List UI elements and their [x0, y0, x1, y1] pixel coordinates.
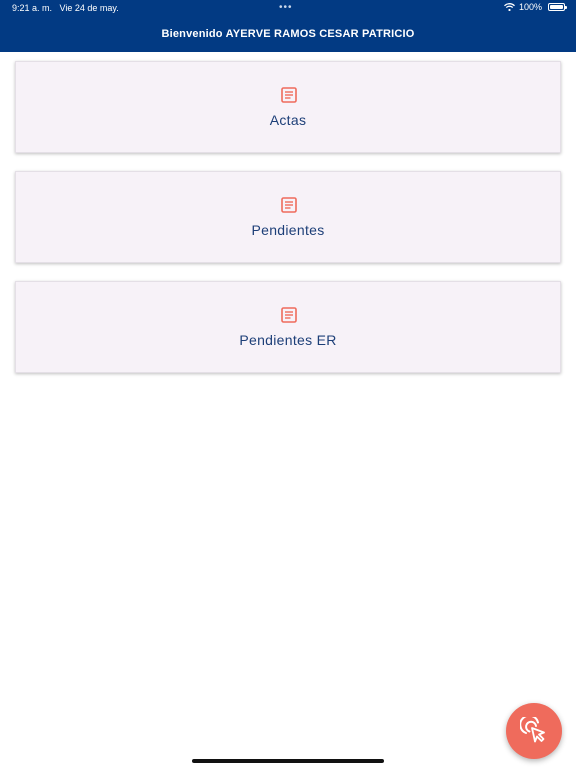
menu-card-label: Pendientes ER	[239, 332, 337, 348]
menu-card-actas[interactable]: Actas	[15, 61, 561, 153]
document-lines-icon	[281, 307, 297, 323]
tap-action-button[interactable]	[506, 703, 562, 759]
document-lines-icon	[281, 87, 297, 103]
tap-cursor-icon	[520, 717, 545, 743]
menu-card-label: Pendientes	[251, 222, 325, 238]
status-time: 9:21 a. m. Vie 24 de may.	[12, 3, 119, 13]
document-lines-icon	[281, 197, 297, 213]
status-indicators: 100%	[504, 2, 567, 12]
home-indicator[interactable]	[192, 759, 384, 763]
status-clock: 9:21 a. m.	[12, 3, 53, 13]
battery-percent: 100%	[518, 2, 542, 12]
multitasking-dots[interactable]: •••	[279, 2, 293, 13]
app-header: 9:21 a. m. Vie 24 de may. ••• 100% Bienv…	[0, 0, 576, 52]
status-date: Vie 24 de may.	[59, 3, 119, 13]
wifi-icon	[504, 3, 515, 11]
battery-icon	[548, 3, 567, 11]
status-bar: 9:21 a. m. Vie 24 de may. ••• 100%	[0, 0, 576, 16]
welcome-title: Bienvenido AYERVE RAMOS CESAR PATRICIO	[161, 28, 415, 40]
menu-card-pendientes-er[interactable]: Pendientes ER	[15, 281, 561, 373]
menu-card-label: Actas	[269, 112, 307, 128]
menu-card-pendientes[interactable]: Pendientes	[15, 171, 561, 263]
